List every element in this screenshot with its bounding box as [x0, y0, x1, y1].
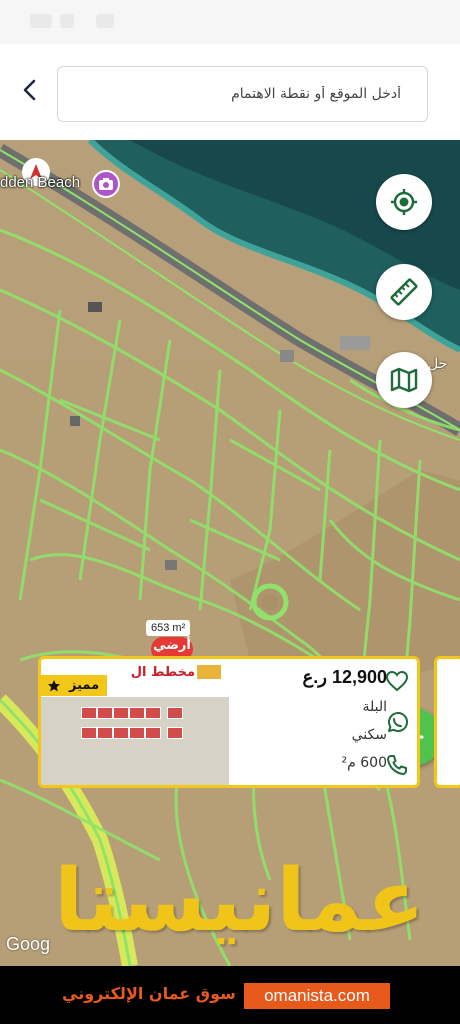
measure-button[interactable]	[376, 264, 432, 320]
map-icon	[390, 367, 418, 393]
poi-label: dden Beach	[0, 174, 81, 191]
area-tag: 653 m²	[146, 620, 191, 636]
plot-layout-image	[81, 707, 191, 747]
search-header	[0, 44, 460, 140]
next-listing-card[interactable]	[434, 656, 460, 788]
favorite-button[interactable]	[383, 667, 411, 695]
listing-thumbnail: مخطط ال مميز	[41, 659, 229, 785]
listing-price: 12,900 ر.ع	[302, 667, 387, 688]
map-layers-button[interactable]	[376, 352, 432, 408]
status-icon	[60, 14, 74, 28]
camera-icon[interactable]	[92, 170, 120, 198]
status-icon	[96, 14, 114, 28]
listing-details: 12,900 ر.ع البلة سكني 600 م²	[237, 659, 387, 785]
listing-size: 600 م²	[341, 755, 387, 771]
footer-banner: سوق عمان الإلكتروني omanista.com	[0, 966, 460, 1024]
footer-tagline: سوق عمان الإلكتروني	[62, 984, 236, 1003]
star-icon	[48, 679, 60, 691]
satellite-map	[0, 140, 460, 966]
listing-card[interactable]: مخطط ال مميز 12,900 ر.ع البلة سكني 600 م…	[38, 656, 420, 788]
google-logo: Goog	[6, 934, 51, 954]
back-button[interactable]	[14, 74, 46, 106]
whatsapp-button[interactable]	[383, 709, 411, 737]
price-value: 12,900	[331, 667, 387, 687]
heart-icon	[385, 670, 409, 692]
price-currency: ر.ع	[302, 667, 327, 687]
my-location-button[interactable]	[376, 174, 432, 230]
featured-badge: مميز	[41, 675, 108, 696]
call-button[interactable]	[383, 751, 411, 779]
place-label: جل	[428, 356, 448, 372]
listing-category: سكني	[351, 727, 387, 743]
map-view[interactable]: dden Beach جل 653 m² أرضي Goog	[0, 140, 460, 966]
search-input[interactable]	[58, 67, 427, 121]
chevron-left-icon	[23, 79, 36, 101]
footer-domain: omanista.com	[244, 983, 390, 1009]
status-icon	[30, 14, 52, 28]
target-icon	[391, 189, 417, 215]
card-actions	[383, 667, 413, 785]
search-field[interactable]	[57, 66, 428, 122]
ruler-icon	[390, 278, 418, 306]
featured-label: مميز	[69, 678, 100, 693]
pin-label: أرضي	[153, 638, 191, 653]
phone-icon	[387, 755, 407, 775]
status-bar	[0, 0, 460, 44]
whatsapp-icon	[388, 712, 408, 733]
thumbnail-title: مخطط ال	[130, 665, 195, 680]
brand-logo	[197, 665, 221, 679]
